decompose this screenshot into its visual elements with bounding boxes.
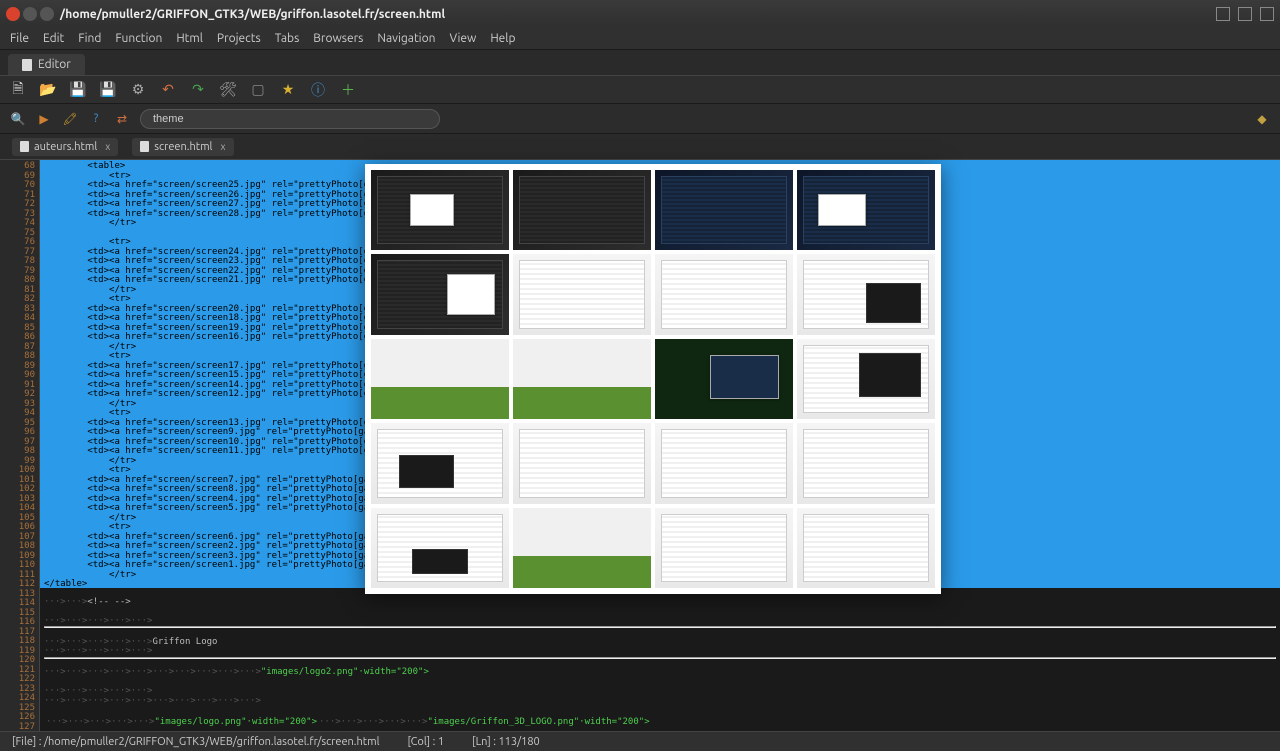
redo-icon[interactable]: ↷ [190, 82, 206, 98]
gallery-thumbnail[interactable] [513, 339, 651, 419]
toolbar: 🗎 📂 💾 💾 ⚙ ↶ ↷ 🛠 ▢ ★ ⓘ ＋ [0, 76, 1280, 104]
menu-help[interactable]: Help [490, 32, 515, 45]
info-icon[interactable]: ⓘ [310, 82, 326, 98]
document-icon [22, 59, 32, 71]
highlight-icon[interactable]: 🖍 [62, 111, 78, 127]
toggle-icon[interactable]: ◆ [1254, 111, 1270, 127]
file-tab-bar: auteurs.html x screen.html x [0, 134, 1280, 160]
status-col: [Col] : 1 [408, 736, 445, 748]
gallery-thumbnail[interactable] [513, 423, 651, 503]
tray-icon[interactable] [1216, 7, 1230, 21]
gallery-thumbnail[interactable] [371, 508, 509, 588]
settings-icon[interactable]: ⚙ [130, 82, 146, 98]
search-bar: 🔍 ▶ 🖍 ? ⇄ ◆ [0, 104, 1280, 134]
gallery-thumbnail[interactable] [371, 254, 509, 334]
menu-find[interactable]: Find [78, 32, 101, 45]
status-ln: [Ln] : 113/180 [472, 736, 540, 748]
gallery-thumbnail[interactable] [513, 508, 651, 588]
tray-icon[interactable] [1238, 7, 1252, 21]
gallery-thumbnail[interactable] [797, 423, 935, 503]
status-file: [File] : /home/pmuller2/GRIFFON_GTK3/WEB… [12, 736, 380, 748]
document-icon [20, 141, 29, 152]
file-tab-auteurs[interactable]: auteurs.html x [12, 138, 118, 156]
system-tray [1216, 7, 1274, 21]
open-file-icon[interactable]: 📂 [40, 82, 56, 98]
bookmark-icon[interactable]: ★ [280, 82, 296, 98]
gallery-thumbnail[interactable] [513, 254, 651, 334]
gallery-thumbnail[interactable] [513, 170, 651, 250]
menu-edit[interactable]: Edit [43, 32, 64, 45]
replace-icon[interactable]: ⇄ [114, 111, 130, 127]
window-minimize-button[interactable] [23, 7, 37, 21]
menu-projects[interactable]: Projects [217, 32, 261, 45]
screenshot-gallery-panel[interactable] [365, 164, 941, 594]
save-icon[interactable]: 💾 [70, 82, 86, 98]
search-input[interactable] [140, 109, 440, 129]
tab-editor[interactable]: Editor [8, 54, 85, 75]
menu-navigation[interactable]: Navigation [377, 32, 435, 45]
window-close-button[interactable] [6, 7, 20, 21]
menu-function[interactable]: Function [115, 32, 162, 45]
gallery-thumbnail[interactable] [655, 170, 793, 250]
menu-view[interactable]: View [449, 32, 476, 45]
gallery-thumbnail[interactable] [797, 508, 935, 588]
menu-html[interactable]: Html [176, 32, 203, 45]
tab-label: screen.html [154, 141, 212, 153]
gallery-thumbnail[interactable] [655, 423, 793, 503]
gallery-thumbnail[interactable] [655, 508, 793, 588]
help-icon[interactable]: ? [88, 111, 104, 127]
save-all-icon[interactable]: 💾 [100, 82, 116, 98]
window-maximize-button[interactable] [40, 7, 54, 21]
add-icon[interactable]: ＋ [340, 82, 356, 98]
line-number-gutter: 68 69 70 71 72 73 74 75 76 77 78 79 80 8… [0, 160, 40, 731]
tools-icon[interactable]: 🛠 [220, 82, 236, 98]
status-bar: [File] : /home/pmuller2/GRIFFON_GTK3/WEB… [0, 731, 1280, 751]
box-icon[interactable]: ▢ [250, 82, 266, 98]
new-file-icon[interactable]: 🗎 [10, 82, 26, 98]
tray-icon[interactable] [1260, 7, 1274, 21]
close-icon[interactable]: x [220, 141, 225, 152]
file-tab-screen[interactable]: screen.html x [132, 138, 233, 156]
menu-bar: File Edit Find Function Html Projects Ta… [0, 28, 1280, 50]
tab-label: Editor [38, 58, 71, 71]
window-title: /home/pmuller2/GRIFFON_GTK3/WEB/griffon.… [60, 8, 445, 21]
gallery-thumbnail[interactable] [797, 170, 935, 250]
menu-tabs[interactable]: Tabs [275, 32, 300, 45]
gallery-thumbnail[interactable] [371, 339, 509, 419]
gallery-thumbnail[interactable] [797, 339, 935, 419]
code-content-lower: ···>···><!-- --> ···>···>···>···>···> ··… [40, 588, 1280, 731]
next-icon[interactable]: ▶ [36, 111, 52, 127]
undo-icon[interactable]: ↶ [160, 82, 176, 98]
document-icon [140, 141, 149, 152]
menu-browsers[interactable]: Browsers [313, 32, 363, 45]
editor-tab-bar: Editor [0, 50, 1280, 76]
window-titlebar: /home/pmuller2/GRIFFON_GTK3/WEB/griffon.… [0, 0, 1280, 28]
gallery-thumbnail[interactable] [371, 170, 509, 250]
gallery-thumbnail[interactable] [655, 339, 793, 419]
close-icon[interactable]: x [105, 141, 110, 152]
gallery-thumbnail[interactable] [371, 423, 509, 503]
gallery-thumbnail[interactable] [655, 254, 793, 334]
tab-label: auteurs.html [34, 141, 97, 153]
menu-file[interactable]: File [10, 32, 29, 45]
search-icon[interactable]: 🔍 [10, 111, 26, 127]
gallery-thumbnail[interactable] [797, 254, 935, 334]
